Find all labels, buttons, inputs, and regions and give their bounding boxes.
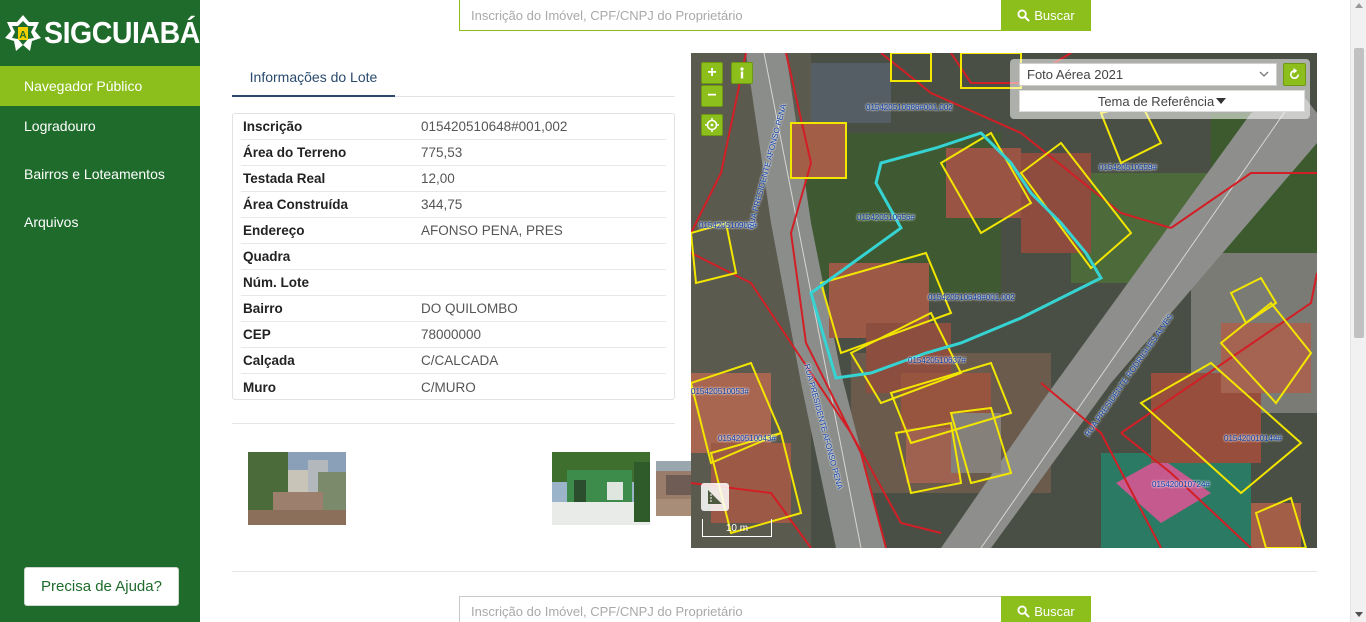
search-button[interactable]: Buscar [1001, 0, 1091, 31]
search-button-label: Buscar [1034, 604, 1075, 619]
search-bar-bottom: Buscar [459, 596, 1091, 622]
sidebar: A SIGCUIABÁ Navegador Público Logradouro… [0, 0, 200, 622]
row-label: Endereço [243, 223, 305, 238]
table-row: Núm. Lote [241, 270, 666, 296]
row-label: Bairro [243, 301, 283, 316]
search-button-bottom[interactable]: Buscar [1001, 596, 1091, 622]
refresh-icon [1289, 68, 1300, 80]
layer-select[interactable]: Foto Aérea 2021 [1019, 63, 1277, 86]
search-button-label: Buscar [1034, 8, 1075, 23]
lot-photo-1[interactable] [248, 452, 346, 525]
row-label: Área Construída [243, 197, 349, 212]
map-lot-label: 015420510656# [857, 213, 915, 222]
sidebar-nav: Navegador Público Logradouro Bairros e L… [0, 66, 200, 250]
map-lot-label: 015420010144# [1224, 434, 1282, 443]
table-row: Área do Terreno 775,53 [241, 140, 666, 166]
divider [232, 571, 1317, 572]
row-value: 78000000 [421, 327, 482, 342]
row-value: 344,75 [421, 197, 463, 212]
table-row: Inscrição 015420510648#001,002 [241, 114, 666, 140]
table-row: Muro C/MURO [241, 374, 666, 400]
row-label: Muro [243, 379, 276, 395]
map-lot-label: 015420510043# [718, 434, 776, 443]
help-button[interactable]: Precisa de Ajuda? [24, 567, 179, 606]
map-scale-bar: 10 m [702, 519, 772, 537]
row-label: Área do Terreno [243, 145, 347, 160]
row-label: Inscrição [243, 119, 303, 134]
row-value: C/CALCADA [421, 353, 499, 368]
main-content: Buscar Informações do Lote Inscrição 0154… [200, 0, 1350, 622]
map-lot-label: 015420010724# [1152, 480, 1210, 489]
table-row: Bairro DO QUILOMBO [241, 296, 666, 322]
theme-reference-label: Tema de Referência [1097, 93, 1215, 109]
map-lot-label: 015420510637# [908, 356, 966, 365]
row-label: Testada Real [243, 171, 326, 186]
sidebar-item-arquivos[interactable]: Arquivos [0, 202, 200, 250]
table-row: Calçada C/CALCADA [241, 348, 666, 374]
row-value: DO QUILOMBO [421, 301, 518, 316]
row-value: 775,53 [421, 145, 463, 160]
row-label: Quadra [243, 249, 291, 264]
scroll-up-arrow-icon[interactable] [1355, 3, 1363, 8]
divider [232, 423, 675, 424]
map-lot-label: 015420510053# [691, 387, 749, 396]
svg-text:A: A [19, 30, 26, 41]
table-row: Endereço AFONSO PENA, PRES [241, 218, 666, 244]
table-row: Área Construída 344,75 [241, 192, 666, 218]
refresh-layer-button[interactable] [1283, 63, 1306, 86]
row-label: Núm. Lote [243, 275, 309, 290]
crosshair-icon [705, 118, 719, 132]
sidebar-item-logradouro[interactable]: Logradouro [0, 106, 200, 154]
table-row: Testada Real 12,00 [241, 166, 666, 192]
row-value: AFONSO PENA, PRES [421, 223, 563, 238]
map-view[interactable]: 015420510686#001,002 015420510559# 01542… [691, 53, 1317, 548]
row-value: 12,00 [421, 171, 455, 186]
table-row: Quadra [241, 244, 666, 270]
theme-reference-dropdown[interactable]: Tema de Referência [1019, 90, 1305, 112]
scroll-down-arrow-icon[interactable] [1355, 612, 1363, 617]
caret-down-icon [1216, 98, 1227, 104]
table-row: CEP 78000000 [241, 322, 666, 348]
brand-logo[interactable]: A SIGCUIABÁ [0, 0, 200, 66]
sidebar-item-navegador-publico[interactable]: Navegador Público [0, 66, 200, 106]
map-lot-label: 015420510559# [1099, 163, 1157, 172]
search-input-bottom[interactable] [459, 596, 1001, 622]
lot-photo-2[interactable] [552, 452, 650, 525]
info-button[interactable] [731, 62, 753, 84]
map-lot-label: 015420510686#001,002 [866, 103, 953, 112]
search-icon [1017, 9, 1031, 22]
zoom-out-button[interactable]: − [701, 85, 723, 107]
row-label: Calçada [243, 353, 295, 368]
search-input[interactable] [459, 0, 1001, 31]
info-icon [740, 67, 744, 79]
map-lot-label: 015420510648#001,002 [928, 293, 1015, 302]
page-scrollbar[interactable] [1350, 0, 1366, 622]
ruler-icon [708, 490, 722, 504]
locate-button[interactable] [701, 114, 723, 136]
row-value: C/MURO [421, 379, 476, 395]
chevron-down-icon [1259, 71, 1269, 77]
scrollbar-thumb[interactable] [1354, 48, 1364, 338]
row-label: CEP [243, 327, 271, 342]
sidebar-item-bairros-loteamentos[interactable]: Bairros e Loteamentos [0, 154, 200, 202]
lote-tabs: Informações do Lote [232, 58, 675, 97]
cuiaba-emblem-icon: A [4, 14, 42, 52]
search-bar-top: Buscar [459, 0, 1091, 31]
measure-tool-button[interactable] [701, 483, 729, 511]
zoom-in-button[interactable]: + [701, 62, 723, 84]
lote-info-table: Inscrição 015420510648#001,002 Área do Te… [232, 113, 675, 400]
search-icon [1017, 605, 1031, 618]
layer-select-value: Foto Aérea 2021 [1027, 67, 1124, 82]
brand-name: SIGCUIABÁ [44, 15, 200, 50]
row-value: 015420510648#001,002 [421, 119, 568, 134]
tab-informacoes-lote[interactable]: Informações do Lote [232, 58, 395, 97]
